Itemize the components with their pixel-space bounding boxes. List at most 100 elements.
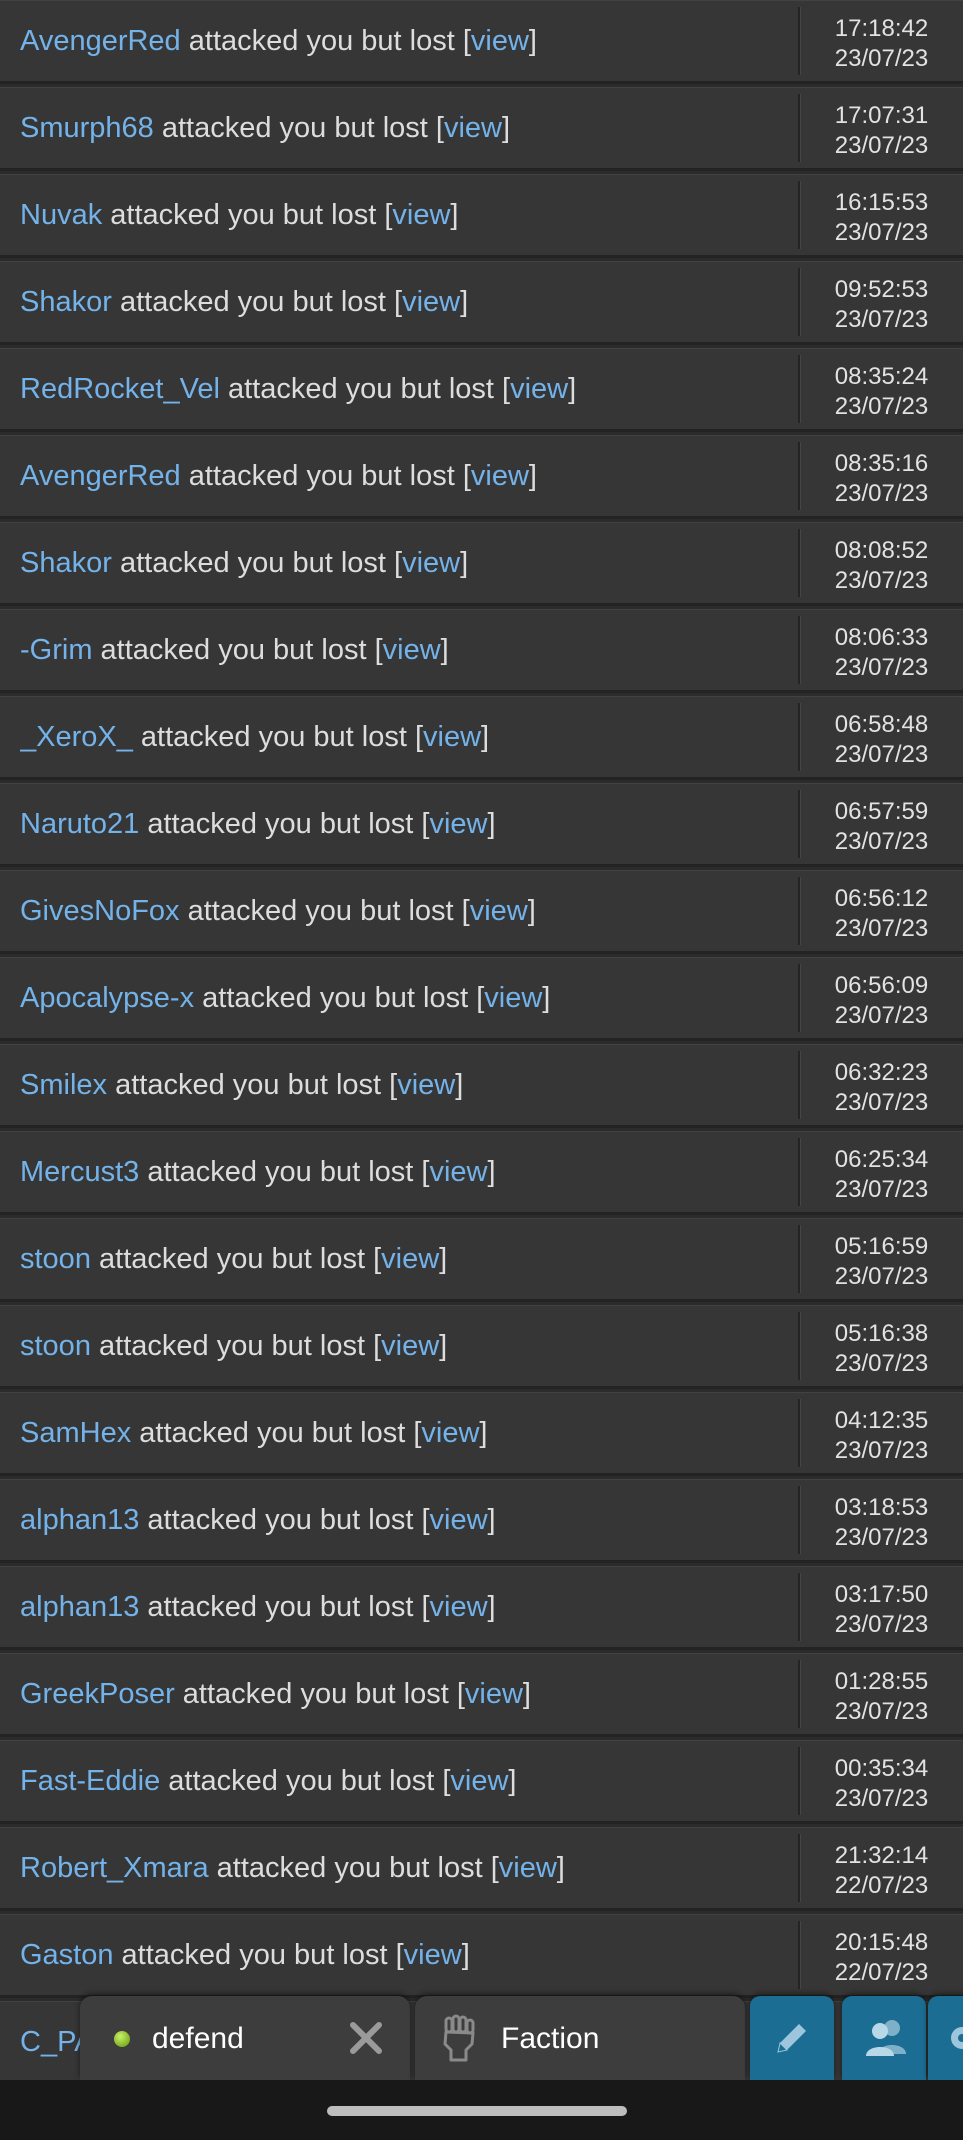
settings-button[interactable]: [928, 1996, 963, 2080]
timestamp: 17:18:42 23/07/23: [800, 14, 963, 74]
view-link[interactable]: view: [430, 1504, 488, 1536]
timestamp-time: 00:35:34: [834, 1755, 929, 1782]
attack-message-text: attacked you but lost [: [113, 1939, 404, 1971]
people-button[interactable]: [842, 1996, 926, 2080]
closing-bracket: ]: [542, 982, 551, 1014]
attack-log-row: Shakor attacked you but lost [view] 08:08…: [0, 522, 963, 606]
attacker-link[interactable]: -Grim: [20, 634, 92, 666]
timestamp-date: 23/07/23: [834, 393, 929, 420]
attack-log-row: Naruto21 attacked you but lost [view] 06:…: [0, 783, 963, 867]
view-link[interactable]: view: [381, 1330, 439, 1362]
attacker-link[interactable]: Apocalypse-x: [20, 982, 194, 1014]
attack-message-text: attacked you but lost [: [111, 286, 403, 318]
attacker-link[interactable]: SamHex: [20, 1417, 131, 1449]
view-link[interactable]: view: [444, 112, 502, 144]
closing-bracket: ]: [439, 1330, 448, 1362]
attacker-link[interactable]: Smilex: [20, 1069, 107, 1101]
close-icon[interactable]: [346, 2018, 386, 2058]
attacker-link[interactable]: GivesNoFox: [20, 895, 180, 927]
view-link[interactable]: view: [484, 982, 542, 1014]
view-link[interactable]: view: [429, 1156, 487, 1188]
attacker-link[interactable]: stoon: [20, 1330, 91, 1362]
attacker-link[interactable]: alphan13: [20, 1504, 139, 1536]
attacker-link[interactable]: Mercust3: [20, 1156, 139, 1188]
timestamp-time: 17:18:42: [834, 15, 929, 42]
system-navigation-bar: [0, 2080, 963, 2140]
timestamp-date: 23/07/23: [834, 1437, 929, 1464]
view-link[interactable]: view: [471, 25, 529, 57]
view-link[interactable]: view: [397, 1069, 455, 1101]
attacker-link[interactable]: AvengerRed: [20, 460, 181, 492]
timestamp-time: 01:28:55: [834, 1668, 929, 1695]
raised-fist-icon: [443, 2014, 475, 2062]
timestamp: 03:18:53 23/07/23: [800, 1493, 963, 1553]
view-link[interactable]: view: [450, 1765, 508, 1797]
timestamp-time: 05:16:59: [834, 1233, 929, 1260]
attacker-link[interactable]: Fast-Eddie: [20, 1765, 160, 1797]
attack-message: Apocalypse-x attacked you but lost [view…: [20, 958, 790, 1038]
view-link[interactable]: view: [383, 634, 441, 666]
view-link[interactable]: view: [421, 1417, 479, 1449]
attack-message-text: attacked you but lost [: [139, 1504, 430, 1536]
view-link[interactable]: view: [402, 286, 460, 318]
timestamp-date: 23/07/23: [834, 1698, 929, 1725]
timestamp-date: 23/07/23: [834, 1524, 929, 1551]
view-link[interactable]: view: [402, 547, 460, 579]
closing-bracket: ]: [556, 1852, 565, 1884]
attacker-link[interactable]: Gaston: [20, 1939, 114, 1971]
attacker-link[interactable]: AvengerRed: [20, 25, 181, 57]
closing-bracket: ]: [440, 634, 449, 666]
attack-message: Smilex attacked you but lost [view]: [20, 1045, 790, 1125]
view-link[interactable]: view: [465, 1678, 523, 1710]
attack-message-text: attacked you but lost [: [139, 808, 430, 840]
timestamp-time: 20:15:48: [834, 1929, 929, 1956]
attacker-link[interactable]: GreekPoser: [20, 1678, 175, 1710]
attack-log-row: _XeroX_ attacked you but lost [view] 06:5…: [0, 696, 963, 780]
edit-button[interactable]: [750, 1996, 834, 2080]
online-status-icon: [114, 2031, 130, 2047]
closing-bracket: ]: [439, 1243, 448, 1275]
timestamp-date: 22/07/23: [834, 1959, 929, 1986]
attack-message-text: attacked you but lost [: [194, 982, 485, 1014]
attack-log-row: Fast-Eddie attacked you but lost [view] 0…: [0, 1740, 963, 1824]
timestamp-time: 06:57:59: [834, 798, 929, 825]
attack-log-row: Nuvak attacked you but lost [view] 16:15:…: [0, 174, 963, 258]
attacker-link[interactable]: RedRocket_Vel: [20, 373, 220, 405]
chat-tab-defend[interactable]: defend: [80, 1996, 410, 2080]
view-link[interactable]: view: [404, 1939, 462, 1971]
home-gesture-handle[interactable]: [327, 2106, 627, 2116]
attack-log-row: alphan13 attacked you but lost [view] 03:…: [0, 1479, 963, 1563]
timestamp-time: 06:25:34: [834, 1146, 929, 1173]
view-link[interactable]: view: [430, 1591, 488, 1623]
attack-log-row: Smilex attacked you but lost [view] 06:32…: [0, 1044, 963, 1128]
timestamp-date: 23/07/23: [834, 132, 929, 159]
attack-message: Nuvak attacked you but lost [view]: [20, 175, 790, 255]
attack-message-text: attacked you but lost [: [90, 1243, 382, 1275]
attack-message: Naruto21 attacked you but lost [view]: [20, 784, 790, 864]
view-link[interactable]: view: [392, 199, 450, 231]
people-icon: [866, 2020, 906, 2056]
attacker-link[interactable]: Nuvak: [20, 199, 102, 231]
timestamp-time: 08:35:16: [834, 450, 929, 477]
view-link[interactable]: view: [470, 895, 528, 927]
attacker-link[interactable]: stoon: [20, 1243, 91, 1275]
view-link[interactable]: view: [471, 460, 529, 492]
attacker-link[interactable]: Shakor: [20, 286, 112, 318]
attack-message: stoon attacked you but lost [view]: [20, 1306, 790, 1386]
chat-tab-faction[interactable]: Faction: [415, 1996, 745, 2080]
attacker-link[interactable]: Shakor: [20, 547, 112, 579]
view-link[interactable]: view: [499, 1852, 557, 1884]
attacker-link[interactable]: Smurph68: [20, 112, 154, 144]
attacker-link[interactable]: Robert_Xmara: [20, 1852, 209, 1884]
closing-bracket: ]: [455, 1069, 464, 1101]
timestamp-date: 23/07/23: [834, 1263, 929, 1290]
view-link[interactable]: view: [510, 373, 568, 405]
closing-bracket: ]: [568, 373, 577, 405]
view-link[interactable]: view: [429, 808, 487, 840]
view-link[interactable]: view: [423, 721, 481, 753]
attacker-link[interactable]: alphan13: [20, 1591, 139, 1623]
attacker-link[interactable]: _XeroX_: [20, 721, 133, 753]
attack-message: Robert_Xmara attacked you but lost [view…: [20, 1828, 790, 1908]
view-link[interactable]: view: [381, 1243, 439, 1275]
attacker-link[interactable]: Naruto21: [20, 808, 139, 840]
